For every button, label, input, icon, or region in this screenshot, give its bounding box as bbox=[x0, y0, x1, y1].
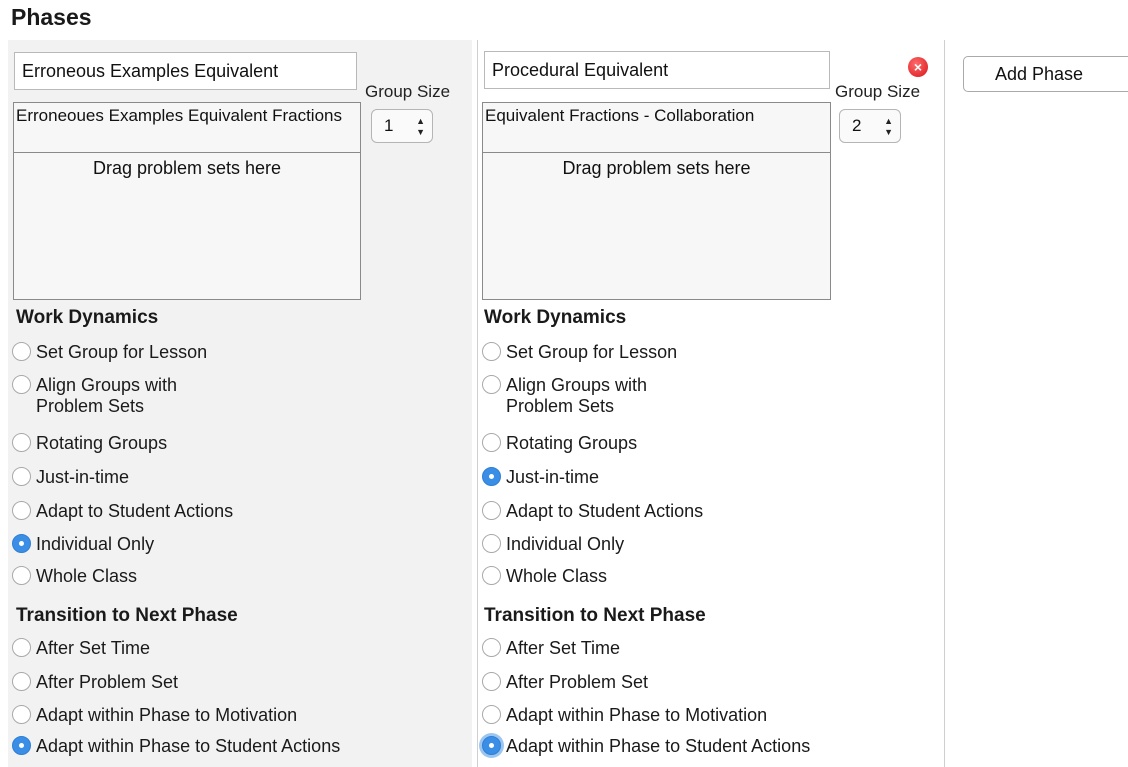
radio-option[interactable]: Adapt within Phase to Student Actions bbox=[12, 736, 340, 757]
radio-button[interactable] bbox=[482, 501, 501, 520]
phase-panel: Group Size 1 ▲▼ Erroneoues Examples Equi… bbox=[8, 40, 472, 767]
radio-option[interactable]: Just-in-time bbox=[482, 467, 599, 488]
transition-title: Transition to Next Phase bbox=[484, 605, 706, 626]
drag-hint: Drag problem sets here bbox=[92, 158, 282, 178]
radio-option[interactable]: Rotating Groups bbox=[482, 433, 637, 454]
radio-button[interactable] bbox=[12, 375, 31, 394]
radio-option[interactable]: Just-in-time bbox=[12, 467, 129, 488]
radio-button[interactable] bbox=[482, 375, 501, 394]
work-dynamics-title: Work Dynamics bbox=[484, 307, 627, 328]
radio-option[interactable]: Adapt within Phase to Motivation bbox=[12, 705, 297, 726]
radio-option[interactable]: Adapt within Phase to Student Actions bbox=[482, 736, 810, 757]
radio-option[interactable]: Individual Only bbox=[12, 534, 154, 555]
radio-button[interactable] bbox=[12, 566, 31, 585]
radio-option[interactable]: Adapt to Student Actions bbox=[482, 501, 703, 522]
phase-name-input[interactable] bbox=[484, 51, 830, 89]
radio-button[interactable] bbox=[12, 433, 31, 452]
radio-option[interactable]: Rotating Groups bbox=[12, 433, 167, 454]
group-size-value: 2 bbox=[852, 116, 862, 135]
radio-option[interactable]: Adapt to Student Actions bbox=[12, 501, 233, 522]
radio-button[interactable] bbox=[12, 705, 31, 724]
radio-button[interactable] bbox=[482, 638, 501, 657]
close-circle-icon[interactable]: × bbox=[908, 57, 928, 77]
radio-option[interactable]: After Problem Set bbox=[12, 672, 178, 693]
radio-button[interactable] bbox=[12, 342, 31, 361]
problem-set-drop-zone[interactable]: Erroneoues Examples Equivalent Fractions… bbox=[13, 102, 361, 300]
radio-button[interactable] bbox=[482, 705, 501, 724]
radio-option[interactable]: Individual Only bbox=[482, 534, 624, 555]
radio-option[interactable]: Adapt within Phase to Motivation bbox=[482, 705, 767, 726]
page-title: Phases bbox=[11, 4, 92, 30]
updown-arrows-icon: ▲ ▼ bbox=[416, 116, 425, 137]
add-phase-button[interactable]: Add Phase bbox=[963, 56, 1128, 92]
group-size-label: Group Size bbox=[365, 82, 451, 101]
group-size-value: 1 bbox=[384, 116, 394, 135]
radio-option[interactable]: Set Group for Lesson bbox=[12, 342, 207, 363]
phase-name-input[interactable] bbox=[14, 52, 357, 90]
updown-arrows-icon: ▲ ▼ bbox=[884, 116, 893, 137]
drag-hint: Drag problem sets here bbox=[562, 158, 751, 178]
radio-button[interactable] bbox=[482, 566, 501, 585]
radio-button[interactable] bbox=[482, 467, 501, 486]
group-size-select[interactable]: 2 ▲ ▼ bbox=[839, 109, 901, 143]
radio-button[interactable] bbox=[12, 736, 31, 755]
radio-option[interactable]: After Set Time bbox=[482, 638, 620, 659]
radio-button[interactable] bbox=[12, 534, 31, 553]
radio-button[interactable] bbox=[482, 672, 501, 691]
radio-option[interactable]: Whole Class bbox=[12, 566, 137, 587]
radio-button[interactable] bbox=[12, 638, 31, 657]
radio-option[interactable]: Whole Class bbox=[482, 566, 607, 587]
problem-set-item[interactable]: Erroneoues Examples Equivalent Fractions bbox=[14, 103, 360, 153]
radio-button[interactable] bbox=[482, 433, 501, 452]
radio-button[interactable] bbox=[12, 672, 31, 691]
phase-panel: × Group Size 2 ▲▼ Equivalent Fractions -… bbox=[477, 40, 945, 767]
radio-button[interactable] bbox=[12, 501, 31, 520]
transition-title: Transition to Next Phase bbox=[16, 605, 238, 626]
radio-option[interactable]: Set Group for Lesson bbox=[482, 342, 677, 363]
problem-set-item[interactable]: Equivalent Fractions - Collaboration bbox=[483, 103, 830, 153]
radio-option[interactable]: Align Groups with Problem Sets bbox=[12, 375, 177, 417]
group-size-label: Group Size bbox=[835, 82, 921, 101]
radio-button[interactable] bbox=[12, 467, 31, 486]
radio-button[interactable] bbox=[482, 342, 501, 361]
radio-option[interactable]: Align Groups with Problem Sets bbox=[482, 375, 647, 417]
work-dynamics-title: Work Dynamics bbox=[16, 307, 159, 328]
radio-button[interactable] bbox=[482, 736, 501, 755]
problem-set-drop-zone[interactable]: Equivalent Fractions - Collaboration Dra… bbox=[482, 102, 831, 300]
radio-button[interactable] bbox=[482, 534, 501, 553]
radio-option[interactable]: After Problem Set bbox=[482, 672, 648, 693]
group-size-select[interactable]: 1 ▲ ▼ bbox=[371, 109, 433, 143]
radio-option[interactable]: After Set Time bbox=[12, 638, 150, 659]
